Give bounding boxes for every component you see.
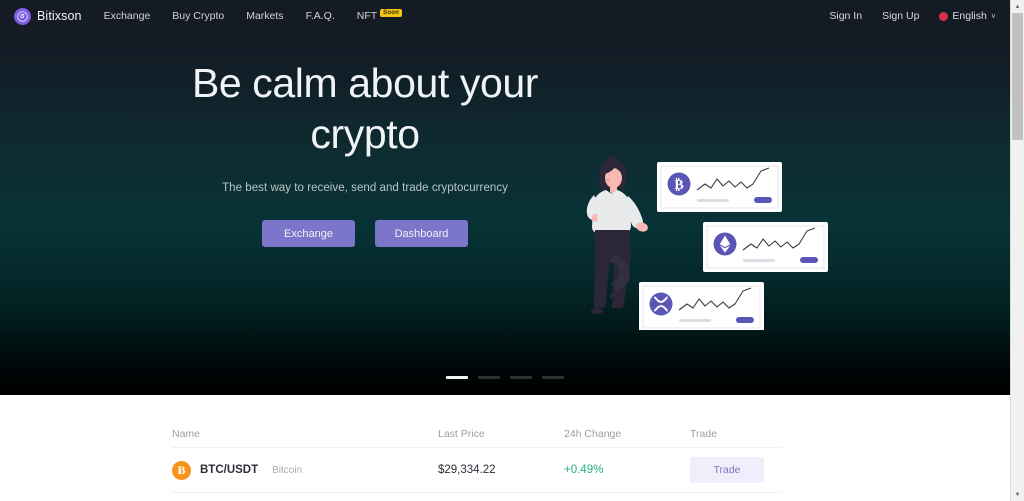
hero-action-buttons: Exchange Dashboard <box>150 220 580 247</box>
nav-link-faq[interactable]: F.A.Q. <box>306 10 335 22</box>
top-navigation-bar: Bitixson Exchange Buy Crypto Markets F.A… <box>0 0 1010 32</box>
trade-button[interactable]: Trade <box>690 457 764 483</box>
brand-logo[interactable]: Bitixson <box>14 7 82 25</box>
table-row[interactable]: Ƀ BTC/USDT Bitcoin $29,334.22 +0.49% Tra… <box>172 447 782 493</box>
nav-link-nft-label: NFT <box>356 10 378 22</box>
nav-link-buy-crypto-label: Buy Crypto <box>172 10 225 22</box>
column-header-24h-change: 24h Change <box>564 428 622 440</box>
market-section: Name Last Price 24h Change Trade Ƀ BTC/U… <box>0 395 1010 501</box>
flag-circle-icon <box>939 11 949 21</box>
nav-link-faq-label: F.A.Q. <box>305 10 335 22</box>
carousel-dot-3[interactable] <box>510 376 532 379</box>
nav-link-markets-label: Markets <box>246 10 284 22</box>
nav-link-markets[interactable]: Markets <box>246 10 283 22</box>
language-selector[interactable]: English ∨ <box>939 10 996 22</box>
sign-up-link[interactable]: Sign Up <box>882 10 919 22</box>
browser-viewport: Bitixson Exchange Buy Crypto Markets F.A… <box>0 0 1024 501</box>
crypto-card-xrp <box>639 282 764 330</box>
brand-name: Bitixson <box>37 9 82 23</box>
person-with-crypto-charts-illustration: ₿ <box>575 150 860 330</box>
carousel-dot-2[interactable] <box>478 376 500 379</box>
nft-soon-badge: Soon <box>380 9 402 17</box>
hero-title-line-2: crypto <box>310 111 420 157</box>
page-content: Bitixson Exchange Buy Crypto Markets F.A… <box>0 0 1010 501</box>
vertical-scrollbar[interactable]: ▲ ▼ <box>1010 0 1024 501</box>
sign-in-link[interactable]: Sign In <box>829 10 862 22</box>
scroll-up-arrow-icon[interactable]: ▲ <box>1011 0 1024 13</box>
market-table-header: Name Last Price 24h Change Trade <box>172 421 782 447</box>
account-nav-links: Sign In Sign Up English ∨ <box>829 10 996 22</box>
column-header-name: Name <box>172 428 201 440</box>
column-header-trade: Trade <box>690 428 718 440</box>
language-label: English <box>952 10 987 22</box>
nav-link-nft[interactable]: NFT Soon <box>356 9 402 22</box>
dashboard-button[interactable]: Dashboard <box>375 220 468 247</box>
nav-link-exchange[interactable]: Exchange <box>104 10 151 22</box>
carousel-dot-1[interactable] <box>446 376 468 379</box>
spiral-logo-icon <box>14 7 31 25</box>
bitcoin-icon: Ƀ <box>172 460 191 480</box>
market-row-name-cell: Ƀ BTC/USDT Bitcoin <box>172 460 438 480</box>
hero-title-line-1: Be calm about your <box>191 60 539 106</box>
hero-section: Be calm about your crypto The best way t… <box>0 32 1010 395</box>
nav-link-exchange-label: Exchange <box>103 10 151 22</box>
scroll-down-arrow-icon[interactable]: ▼ <box>1011 488 1024 501</box>
scrollbar-thumb[interactable] <box>1012 13 1023 140</box>
column-header-last-price: Last Price <box>438 428 485 440</box>
svg-text:₿: ₿ <box>674 177 683 193</box>
crypto-card-ethereum <box>703 222 828 272</box>
sign-in-label: Sign In <box>829 10 863 22</box>
chevron-down-icon: ∨ <box>990 13 996 20</box>
hero-carousel-indicators <box>0 376 1010 379</box>
market-row-trade-cell: Trade <box>690 457 782 483</box>
exchange-button[interactable]: Exchange <box>262 220 355 247</box>
hero-subtitle: The best way to receive, send and trade … <box>222 182 508 194</box>
market-row-last-price: $29,334.22 <box>438 464 496 476</box>
market-row-pair: BTC/USDT <box>200 464 259 476</box>
hero-copy: Be calm about your crypto The best way t… <box>150 58 580 247</box>
crypto-card-bitcoin: ₿ <box>657 162 782 212</box>
market-row-coin-name: Bitcoin <box>272 464 303 476</box>
hero-title: Be calm about your crypto <box>150 58 580 160</box>
primary-nav-links: Exchange Buy Crypto Markets F.A.Q. NFT S… <box>104 9 402 22</box>
market-table: Name Last Price 24h Change Trade Ƀ BTC/U… <box>172 421 782 493</box>
nav-link-buy-crypto[interactable]: Buy Crypto <box>172 10 224 22</box>
carousel-dot-4[interactable] <box>542 376 564 379</box>
sign-up-label: Sign Up <box>882 10 920 22</box>
market-row-24h-change: +0.49% <box>564 464 604 476</box>
